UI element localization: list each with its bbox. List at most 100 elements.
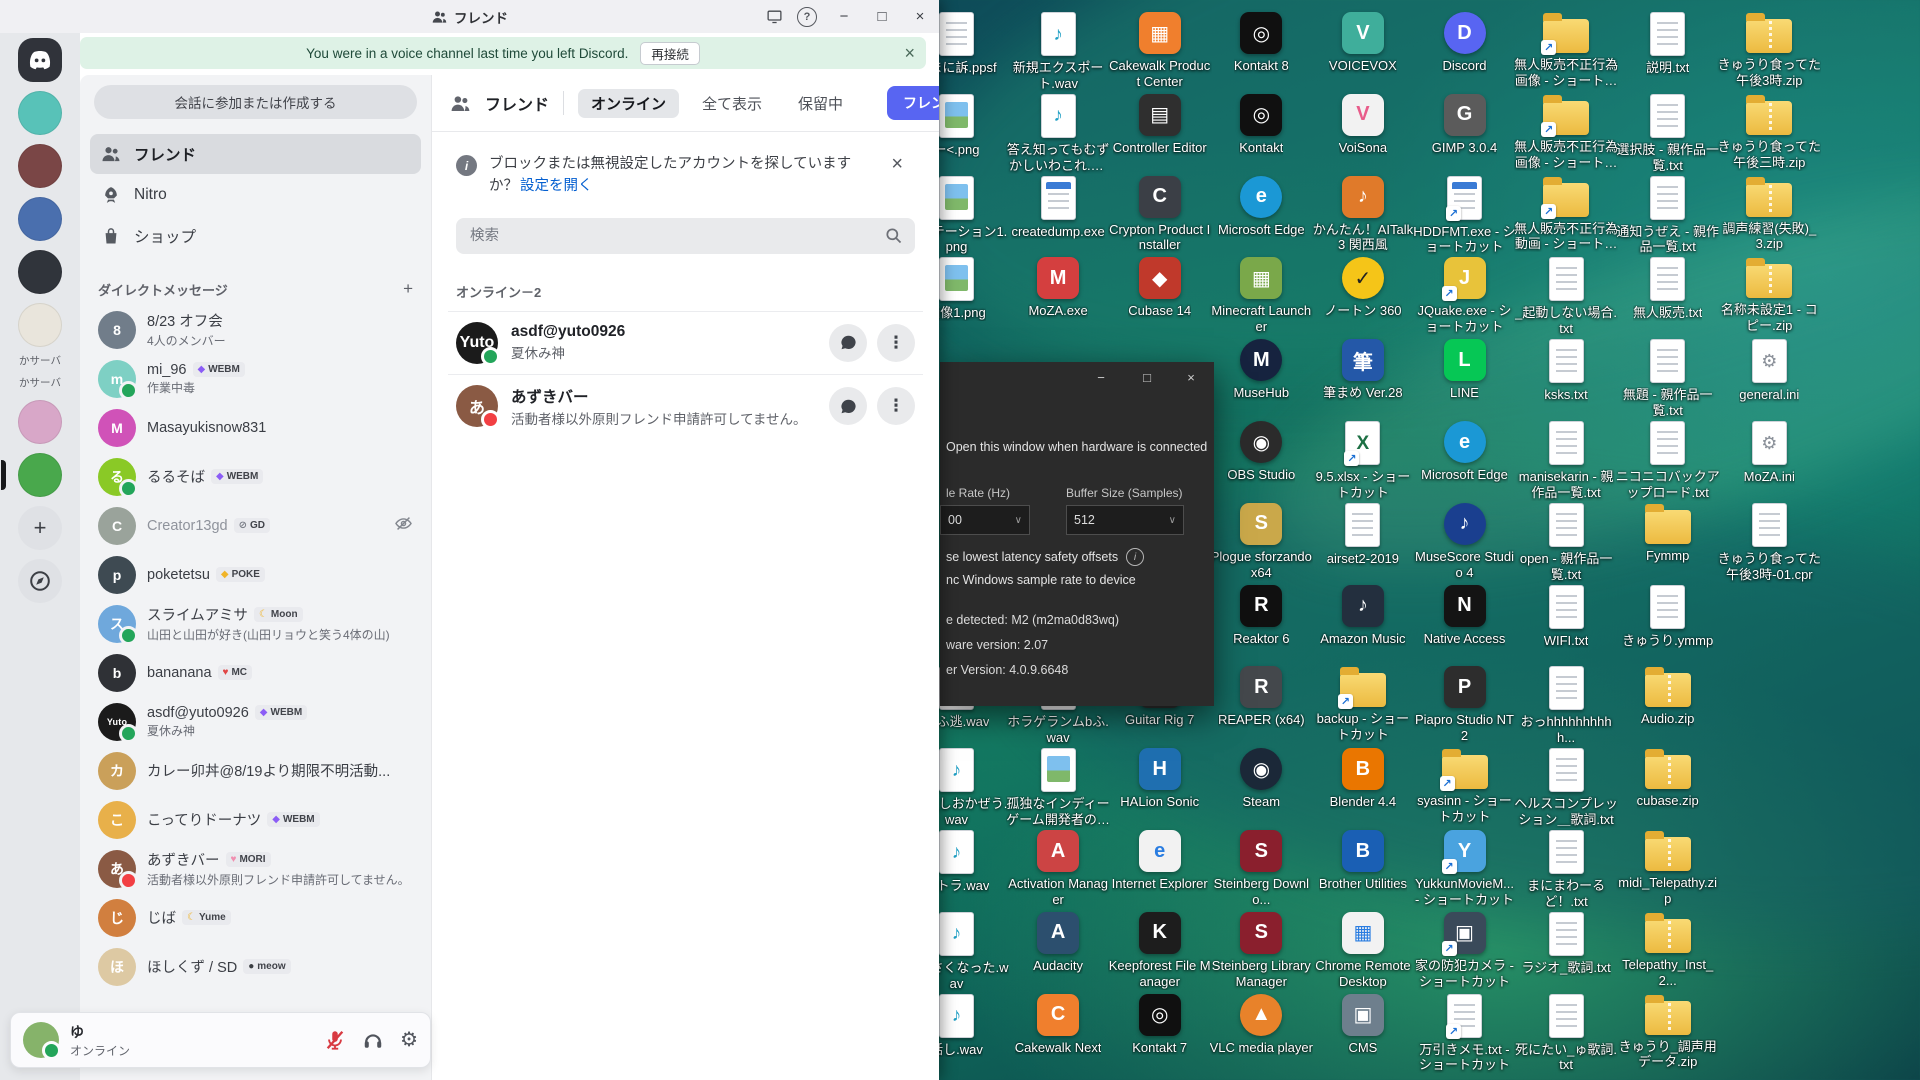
desktop-icon[interactable]: LLINE bbox=[1413, 339, 1517, 401]
add-friend-button[interactable]: フレンド追加 bbox=[887, 86, 939, 120]
avatar[interactable]: p bbox=[98, 556, 136, 594]
avatar[interactable]: Yuto bbox=[98, 703, 136, 741]
desktop-icon[interactable]: ↗syasinn - ショートカット bbox=[1413, 748, 1517, 825]
desktop-icon[interactable]: 調声練習(失敗)_3.zip bbox=[1717, 176, 1821, 253]
desktop-icon[interactable]: ◎Kontakt 8 bbox=[1209, 12, 1313, 74]
desktop-icon[interactable]: ▦Chrome Remote Desktop bbox=[1311, 912, 1415, 990]
more-options-button[interactable]: ⋮ bbox=[877, 387, 915, 425]
desktop-icon[interactable]: SSteinberg Library Manager bbox=[1209, 912, 1313, 990]
desktop-icon[interactable]: VVOICEVOX bbox=[1311, 12, 1415, 74]
dm-list-item[interactable]: CCreator13gd⊘GD bbox=[90, 501, 421, 550]
desktop-icon[interactable]: きゅうり食ってた午後三時.zip bbox=[1717, 94, 1821, 171]
discord-home-button[interactable] bbox=[18, 38, 62, 82]
reconnect-button[interactable]: 再接続 bbox=[640, 42, 700, 65]
avatar[interactable]: あ bbox=[98, 850, 136, 888]
desktop-icon[interactable]: ラジオ_歌詞.txt bbox=[1514, 912, 1618, 976]
desktop-icon[interactable]: ♪MuseScore Studio 4 bbox=[1413, 503, 1517, 581]
desktop-icon[interactable]: ニコニコバックアップロード.txt bbox=[1616, 421, 1720, 501]
desktop-icon[interactable]: NNative Access bbox=[1413, 585, 1517, 647]
desktop-icon[interactable]: X↗9.5.xlsx - ショートカット bbox=[1311, 421, 1415, 501]
desktop-icon[interactable]: ▤Controller Editor bbox=[1108, 94, 1212, 156]
avatar[interactable]: Yuto bbox=[456, 322, 498, 364]
desktop-icon[interactable]: HHALion Sonic bbox=[1108, 748, 1212, 810]
desktop-icon[interactable]: ♪かんたん！AITalk 3 関西風 bbox=[1311, 176, 1415, 254]
desktop-icon[interactable]: eMicrosoft Edge bbox=[1209, 176, 1313, 238]
desktop-icon[interactable]: airset2-2019 bbox=[1311, 503, 1415, 567]
avatar[interactable]: ほ bbox=[98, 948, 136, 986]
dm-list-item[interactable]: MMasayukisnow831 bbox=[90, 403, 421, 452]
server-icon[interactable] bbox=[18, 91, 62, 135]
desktop-icon[interactable]: ↗万引きメモ.txt - ショートカット bbox=[1413, 994, 1517, 1074]
server-icon[interactable] bbox=[18, 144, 62, 188]
popout-monitor-icon[interactable] bbox=[759, 8, 789, 25]
desktop-icon[interactable]: ▣↗家の防犯カメラ - ショートカット bbox=[1413, 912, 1517, 990]
desktop-icon[interactable]: DDiscord bbox=[1413, 12, 1517, 74]
desktop-icon[interactable]: RREAPER (x64) bbox=[1209, 666, 1313, 728]
desktop-icon[interactable]: 無人販売.txt bbox=[1616, 257, 1720, 321]
desktop-icon[interactable]: ↗backup - ショートカット bbox=[1311, 666, 1415, 743]
avatar[interactable]: 8 bbox=[98, 311, 136, 349]
desktop-icon[interactable]: きゅうり.ymmp bbox=[1616, 585, 1720, 649]
desktop-icon[interactable]: AActivation Manager bbox=[1006, 830, 1110, 908]
tab-オンライン[interactable]: オンライン bbox=[578, 89, 679, 118]
dm-list-item[interactable]: bbananana♥MC bbox=[90, 648, 421, 697]
avatar[interactable]: b bbox=[98, 654, 136, 692]
sidebar-item-friends[interactable]: フレンド bbox=[90, 134, 421, 174]
more-options-button[interactable]: ⋮ bbox=[877, 324, 915, 362]
dm-list-item[interactable]: ここってりドーナツ◆WEBM bbox=[90, 795, 421, 844]
info-close-icon[interactable]: × bbox=[891, 154, 903, 174]
friend-row[interactable]: ああずきバー活動者様以外原則フレンド申請許可してません。⋮ bbox=[448, 374, 923, 438]
desktop-icon[interactable]: PPiapro Studio NT2 bbox=[1413, 666, 1517, 744]
avatar[interactable]: m bbox=[98, 360, 136, 398]
desktop-icon[interactable]: CCakewalk Next bbox=[1006, 994, 1110, 1056]
desktop-icon[interactable]: open - 親作品一覧.txt bbox=[1514, 503, 1618, 583]
avatar[interactable]: あ bbox=[456, 385, 498, 427]
avatar[interactable]: C bbox=[98, 507, 136, 545]
dm-list-item[interactable]: カカレー卯丼@8/19より期限不明活動... bbox=[90, 746, 421, 795]
dm-list-item[interactable]: じじば☾Yume bbox=[90, 893, 421, 942]
desktop-icon[interactable]: ▦Minecraft Launcher bbox=[1209, 257, 1313, 335]
eye-slash-icon[interactable] bbox=[394, 514, 413, 538]
desktop-icon[interactable]: MMoZA.exe bbox=[1006, 257, 1110, 319]
desktop-icon[interactable]: WIFI.txt bbox=[1514, 585, 1618, 649]
desktop-icon[interactable]: ⚙MoZA.ini bbox=[1717, 421, 1821, 485]
search-input[interactable] bbox=[468, 227, 884, 245]
server-icon[interactable] bbox=[18, 250, 62, 294]
desktop-icon[interactable]: ↗無人販売不正行為動画 - ショートカット bbox=[1514, 176, 1618, 253]
avatar[interactable]: こ bbox=[98, 801, 136, 839]
desktop-icon[interactable]: ▣CMS bbox=[1311, 994, 1415, 1056]
create-dm-icon[interactable]: + bbox=[403, 279, 413, 299]
dialog-maximize-button[interactable]: □ bbox=[1136, 370, 1158, 385]
desktop-icon[interactable]: 無題 - 親作品一覧.txt bbox=[1616, 339, 1720, 419]
desktop-icon[interactable]: BBrother Utilities bbox=[1311, 830, 1415, 892]
desktop-icon[interactable]: ↗HDDFMT.exe - ショートカット bbox=[1413, 176, 1517, 256]
dm-list-item[interactable]: ほほしくず / SD●meow bbox=[90, 942, 421, 991]
sync-sample-rate-option[interactable]: nc Windows sample rate to device bbox=[946, 573, 1136, 587]
dialog-close-button[interactable]: × bbox=[1180, 370, 1202, 385]
desktop-icon[interactable]: RReaktor 6 bbox=[1209, 585, 1313, 647]
desktop-icon[interactable]: ⚙general.ini bbox=[1717, 339, 1821, 403]
dm-list-item[interactable]: mmi_96◆WEBM作業中毒 bbox=[90, 354, 421, 403]
desktop-icon[interactable]: 通知うぜえ - 親作品一覧.txt bbox=[1616, 176, 1720, 256]
desktop-icon[interactable]: createdump.exe bbox=[1006, 176, 1110, 240]
sidebar-item-shop[interactable]: ショップ bbox=[90, 216, 421, 256]
join-or-create-conversation-button[interactable]: 会話に参加または作成する bbox=[94, 85, 417, 119]
avatar[interactable]: カ bbox=[98, 752, 136, 790]
desktop-icon[interactable]: midi_Telepathy.zip bbox=[1616, 830, 1720, 907]
dm-list-item[interactable]: ああずきバー♥MORI活動者様以外原則フレンド申請許可してません。 bbox=[90, 844, 421, 893]
desktop-icon[interactable]: GGIMP 3.0.4 bbox=[1413, 94, 1517, 156]
desktop-icon[interactable]: _起動しない場合.txt bbox=[1514, 257, 1618, 337]
desktop-icon[interactable]: きゅうり食ってた午後3時-01.cpr bbox=[1717, 503, 1821, 583]
server-icon[interactable] bbox=[18, 453, 62, 497]
desktop-icon[interactable]: SPlogue sforzando x64 bbox=[1209, 503, 1313, 581]
desktop-icon[interactable]: manisekarin - 親作品一覧.txt bbox=[1514, 421, 1618, 501]
tab-保留中[interactable]: 保留中 bbox=[785, 89, 856, 118]
dm-list-item[interactable]: Yutoasdf@yuto0926◆WEBM夏休み神 bbox=[90, 697, 421, 746]
desktop-icon[interactable]: 死にたい_ゅ歌詞.txt bbox=[1514, 994, 1618, 1074]
desktop-icon[interactable]: ▦Cakewalk Product Center bbox=[1108, 12, 1212, 90]
close-button[interactable]: × bbox=[901, 0, 939, 33]
dm-list-item[interactable]: 88/23 オフ会4人のメンバー bbox=[90, 305, 421, 354]
dm-list-item[interactable]: ススライムアミサ☾Moon山田と山田が好き(山田リョウと笑う4体の山) bbox=[90, 599, 421, 648]
desktop-icon[interactable]: BBlender 4.4 bbox=[1311, 748, 1415, 810]
server-icon[interactable] bbox=[18, 197, 62, 241]
